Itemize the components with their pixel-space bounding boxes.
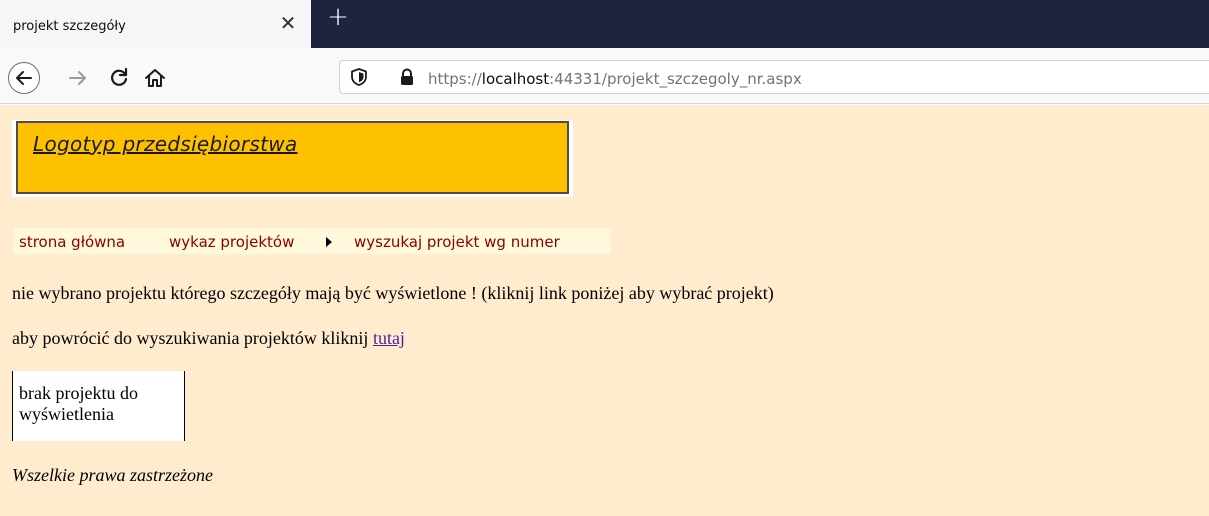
no-project-message: nie wybrano projektu którego szczegóły m…	[12, 283, 774, 303]
company-logo-link[interactable]: Logotyp przedsiębiorstwa	[33, 132, 298, 156]
forward-arrow-icon[interactable]	[66, 66, 90, 90]
menu-item-projects-list[interactable]: wykaz projektów	[169, 233, 294, 251]
tab-active[interactable]: projekt szczegóły ✕	[0, 0, 311, 48]
project-details-box: brak projektu do wyświetlenia	[12, 371, 185, 441]
site-menu: strona główna wykaz projektów wyszukaj p…	[13, 228, 611, 254]
menu-item-home[interactable]: strona główna	[19, 233, 125, 251]
address-bar[interactable]: https://localhost:44331/projekt_szczegol…	[339, 60, 1209, 94]
page-content: Logotyp przedsiębiorstwa strona główna w…	[0, 105, 1209, 516]
return-message-text: aby powrócić do wyszukiwania projektów k…	[12, 328, 369, 348]
tab-close-icon[interactable]: ✕	[278, 13, 298, 33]
return-link[interactable]: tutaj	[373, 328, 405, 348]
empty-project-text: brak projektu do wyświetlenia	[19, 383, 138, 424]
home-icon[interactable]	[143, 66, 167, 90]
url-path: :44331/projekt_szczegoly_nr.aspx	[549, 70, 802, 88]
url-host: localhost	[481, 70, 550, 88]
lock-icon[interactable]	[398, 67, 416, 87]
return-message: aby powrócić do wyszukiwania projektów k…	[12, 328, 405, 349]
back-button[interactable]	[8, 62, 40, 94]
tab-strip: projekt szczegóły ✕ +	[0, 0, 1209, 48]
menu-item-search-by-number[interactable]: wyszukaj projekt wg numer	[354, 233, 560, 251]
footer-copyright: Wszelkie prawa zastrzeżone	[12, 465, 213, 485]
reload-icon[interactable]	[107, 66, 131, 90]
tracking-shield-icon[interactable]	[350, 67, 368, 87]
submenu-arrow-icon	[326, 237, 332, 247]
url-prefix: https://	[428, 70, 482, 88]
logo-banner: Logotyp przedsiębiorstwa	[16, 121, 569, 194]
new-tab-icon[interactable]: +	[325, 3, 351, 31]
tab-title: projekt szczegóły	[13, 19, 126, 34]
back-arrow-icon	[16, 71, 32, 85]
url-text: https://localhost:44331/projekt_szczegol…	[428, 70, 802, 88]
logo-frame: Logotyp przedsiębiorstwa	[12, 120, 573, 197]
navigation-toolbar: https://localhost:44331/projekt_szczegol…	[0, 48, 1209, 104]
